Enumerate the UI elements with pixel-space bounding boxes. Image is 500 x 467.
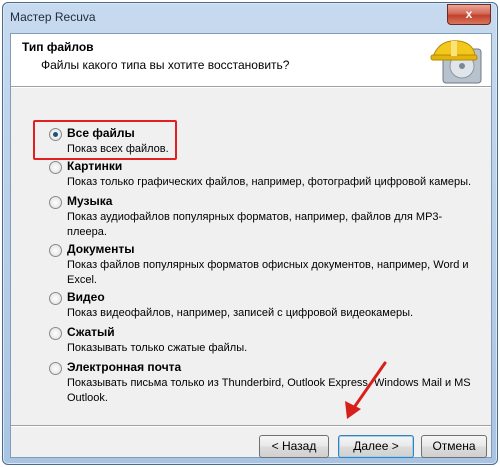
cancel-button[interactable]: Отмена [421,435,487,458]
recuva-logo-icon [430,40,482,84]
wizard-window: Мастер Recuva x Тип файлов Файлы какого … [2,2,498,465]
option-description: Показывать только сжатые файлы. [67,342,248,354]
option-label: Сжатый [67,325,115,339]
option-label: Электронная почта [67,360,182,374]
annotation-arrow-icon [345,361,387,419]
option-label: Картинки [67,159,123,173]
option-description: Показ файлов популярных форматов офисных… [67,259,469,286]
option-description: Показывать письма только из Thunderbird,… [67,377,471,404]
next-button[interactable]: Далее > [338,435,414,458]
footer-divider [11,425,491,427]
wizard-header: Тип файлов Файлы какого типа вы хотите в… [11,34,491,86]
page-subtitle: Файлы какого типа вы хотите восстановить… [41,58,290,72]
option-label: Видео [67,290,105,304]
options-panel: Все файлы Показ всех файлов. Картинки По… [11,88,491,458]
radio-video[interactable] [49,292,62,305]
back-button[interactable]: < Назад [259,435,329,458]
radio-music[interactable] [49,196,62,209]
close-button[interactable]: x [447,4,491,25]
radio-all-files[interactable] [49,128,62,141]
option-description: Показ всех файлов. [67,143,169,155]
radio-pictures[interactable] [49,161,62,174]
option-label: Документы [67,242,135,256]
radio-email[interactable] [49,362,62,375]
page-title: Тип файлов [22,40,94,54]
option-description: Показ только графических файлов, наприме… [67,176,472,188]
radio-documents[interactable] [49,244,62,257]
title-bar: Мастер Recuva x [3,3,497,33]
option-description: Показ видеофайлов, например, записей с ц… [67,307,414,319]
option-label: Все файлы [67,126,135,140]
window-title: Мастер Recuva [10,10,96,24]
radio-compressed[interactable] [49,327,62,340]
option-label: Музыка [67,194,113,208]
option-description: Показ аудиофайлов популярных форматов, н… [67,211,443,238]
wizard-client-area: Тип файлов Файлы какого типа вы хотите в… [10,33,492,458]
